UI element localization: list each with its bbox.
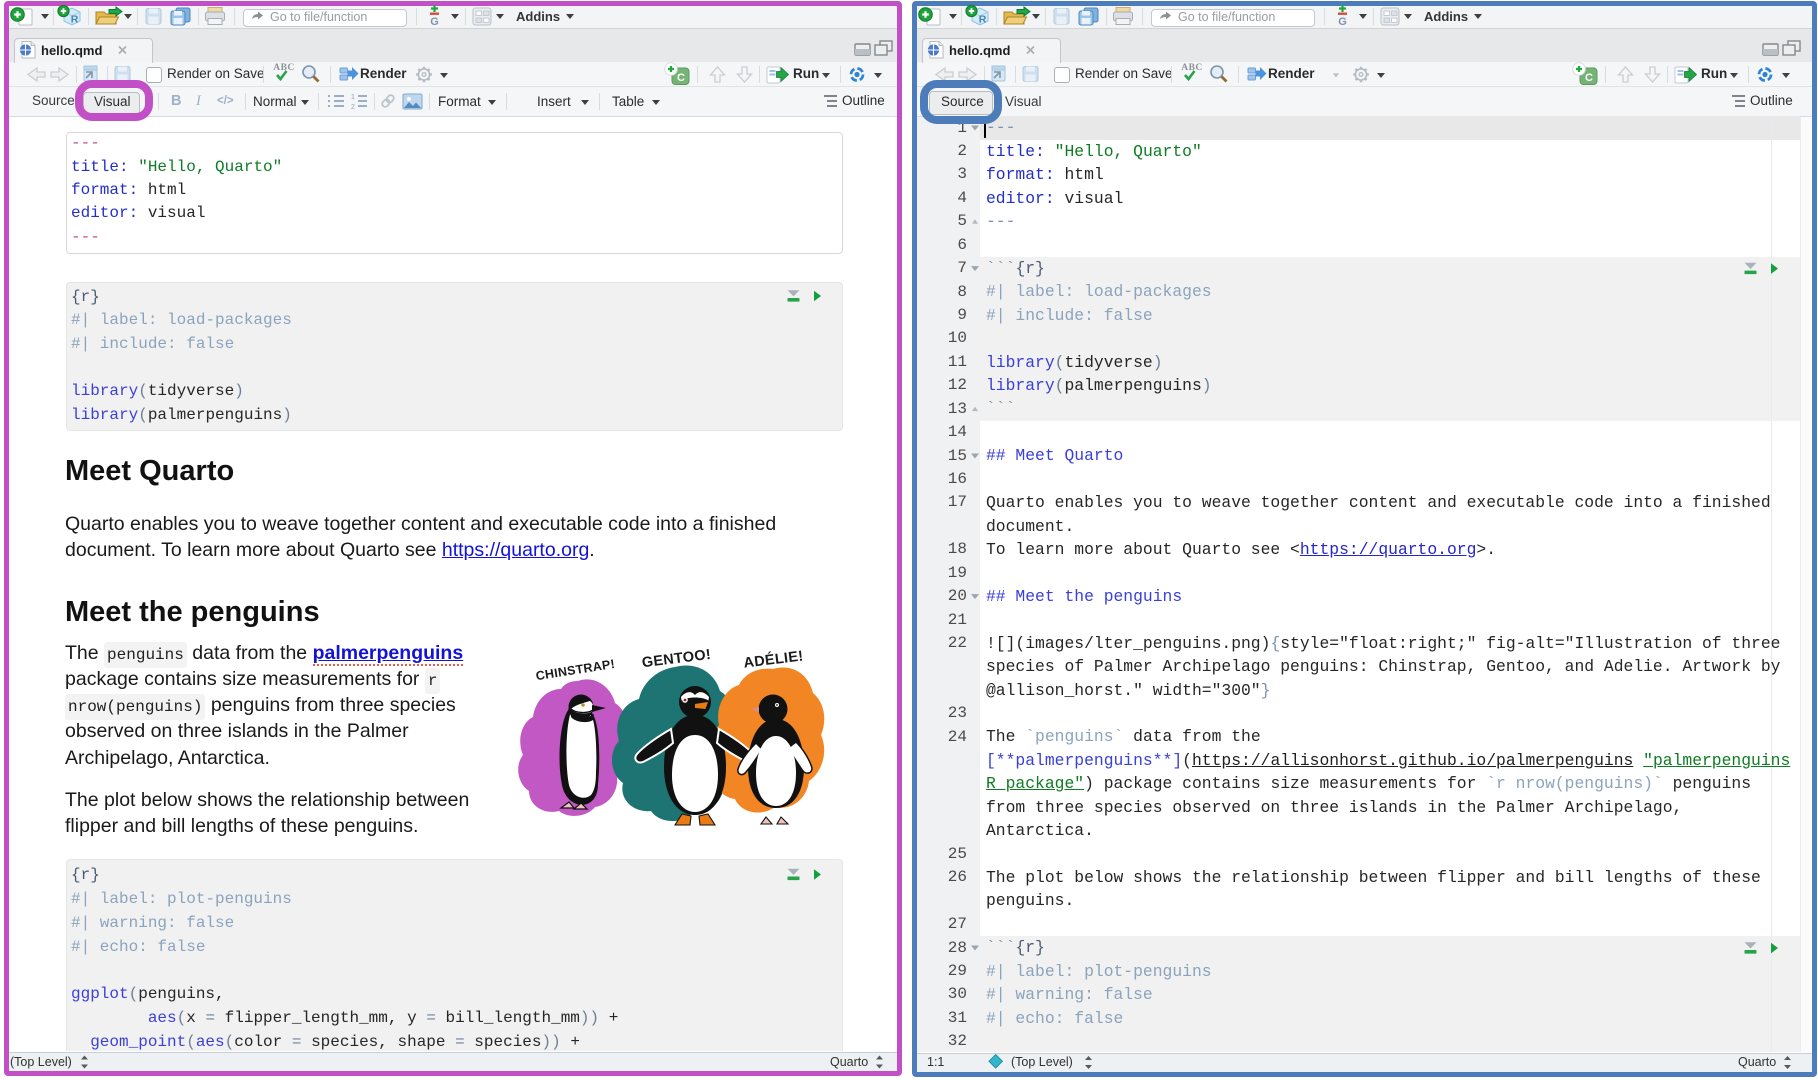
svg-text:ADÉLIE!: ADÉLIE!	[743, 647, 805, 671]
svg-text:CHINSTRAP!: CHINSTRAP!	[535, 657, 616, 683]
